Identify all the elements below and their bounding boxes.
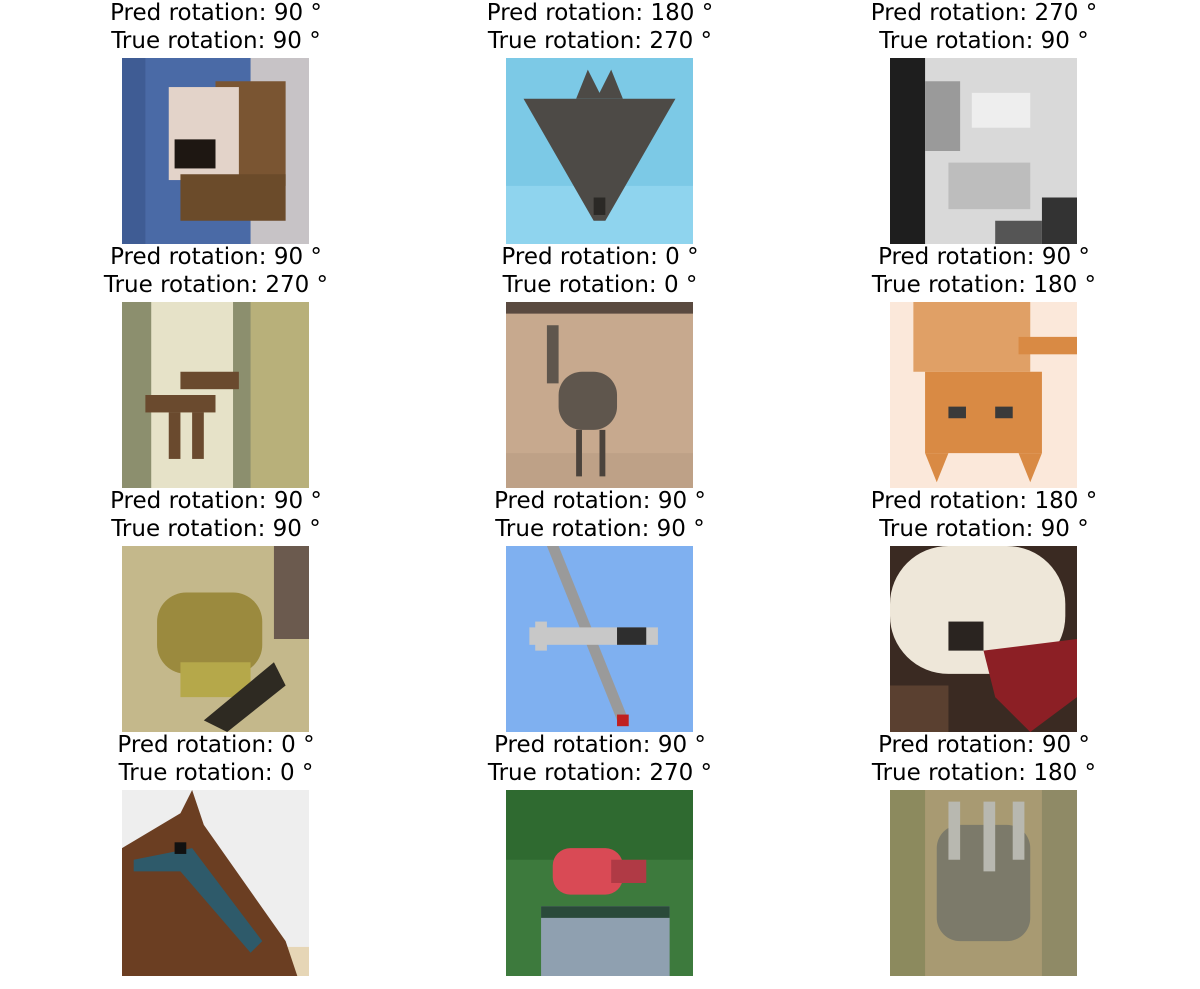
thumbnail-image	[122, 546, 309, 732]
true-rotation-label: True rotation: 90 °	[111, 516, 321, 542]
panel-4: Pred rotation: 90 ° True rotation: 270 °	[66, 244, 366, 488]
true-rotation-label: True rotation: 0 °	[502, 272, 698, 298]
panel-title: Pred rotation: 90 ° True rotation: 90 °	[66, 488, 366, 544]
thumbnail-image	[890, 790, 1077, 976]
thumbnail-image	[506, 58, 693, 244]
pred-rotation-label: Pred rotation: 270 °	[870, 0, 1098, 26]
panel-title: Pred rotation: 0 ° True rotation: 0 °	[66, 732, 366, 788]
panel-6: Pred rotation: 90 ° True rotation: 180 °	[834, 244, 1134, 488]
true-rotation-label: True rotation: 0 °	[118, 760, 314, 786]
panel-2: Pred rotation: 180 ° True rotation: 270 …	[450, 0, 750, 244]
panel-title: Pred rotation: 270 ° True rotation: 90 °	[834, 0, 1134, 56]
panel-3: Pred rotation: 270 ° True rotation: 90 °	[834, 0, 1134, 244]
true-rotation-label: True rotation: 90 °	[111, 28, 321, 54]
pred-rotation-label: Pred rotation: 90 °	[494, 488, 706, 514]
true-rotation-label: True rotation: 90 °	[879, 516, 1089, 542]
thumbnail-image	[122, 302, 309, 488]
panel-title: Pred rotation: 90 ° True rotation: 90 °	[66, 0, 366, 56]
thumbnail-image	[506, 790, 693, 976]
true-rotation-label: True rotation: 90 °	[879, 28, 1089, 54]
panel-title: Pred rotation: 0 ° True rotation: 0 °	[450, 244, 750, 300]
pred-rotation-label: Pred rotation: 90 °	[878, 732, 1090, 758]
panel-title: Pred rotation: 90 ° True rotation: 180 °	[834, 732, 1134, 788]
thumbnail-image	[506, 302, 693, 488]
pred-rotation-label: Pred rotation: 90 °	[110, 488, 322, 514]
panel-1: Pred rotation: 90 ° True rotation: 90 °	[66, 0, 366, 244]
pred-rotation-label: Pred rotation: 0 °	[501, 244, 699, 270]
pred-rotation-label: Pred rotation: 180 °	[870, 488, 1098, 514]
panel-title: Pred rotation: 90 ° True rotation: 270 °	[450, 732, 750, 788]
true-rotation-label: True rotation: 270 °	[487, 28, 713, 54]
panel-title: Pred rotation: 90 ° True rotation: 180 °	[834, 244, 1134, 300]
panel-12: Pred rotation: 90 ° True rotation: 180 °	[834, 732, 1134, 976]
true-rotation-label: True rotation: 90 °	[495, 516, 705, 542]
thumbnail-image	[890, 58, 1077, 244]
thumbnail-image	[122, 58, 309, 244]
pred-rotation-label: Pred rotation: 90 °	[494, 732, 706, 758]
true-rotation-label: True rotation: 180 °	[871, 760, 1097, 786]
thumbnail-image	[890, 546, 1077, 732]
panel-5: Pred rotation: 0 ° True rotation: 0 °	[450, 244, 750, 488]
true-rotation-label: True rotation: 270 °	[103, 272, 329, 298]
panel-9: Pred rotation: 180 ° True rotation: 90 °	[834, 488, 1134, 732]
thumbnail-image	[890, 302, 1077, 488]
pred-rotation-label: Pred rotation: 90 °	[878, 244, 1090, 270]
true-rotation-label: True rotation: 270 °	[487, 760, 713, 786]
pred-rotation-label: Pred rotation: 0 °	[117, 732, 315, 758]
panel-10: Pred rotation: 0 ° True rotation: 0 °	[66, 732, 366, 976]
panel-7: Pred rotation: 90 ° True rotation: 90 °	[66, 488, 366, 732]
pred-rotation-label: Pred rotation: 180 °	[486, 0, 714, 26]
panel-8: Pred rotation: 90 ° True rotation: 90 °	[450, 488, 750, 732]
panel-title: Pred rotation: 180 ° True rotation: 270 …	[450, 0, 750, 56]
true-rotation-label: True rotation: 180 °	[871, 272, 1097, 298]
thumbnail-image	[122, 790, 309, 976]
panel-title: Pred rotation: 90 ° True rotation: 90 °	[450, 488, 750, 544]
panel-title: Pred rotation: 90 ° True rotation: 270 °	[66, 244, 366, 300]
panel-11: Pred rotation: 90 ° True rotation: 270 °	[450, 732, 750, 976]
pred-rotation-label: Pred rotation: 90 °	[110, 0, 322, 26]
panel-title: Pred rotation: 180 ° True rotation: 90 °	[834, 488, 1134, 544]
thumbnail-image	[506, 546, 693, 732]
pred-rotation-label: Pred rotation: 90 °	[110, 244, 322, 270]
